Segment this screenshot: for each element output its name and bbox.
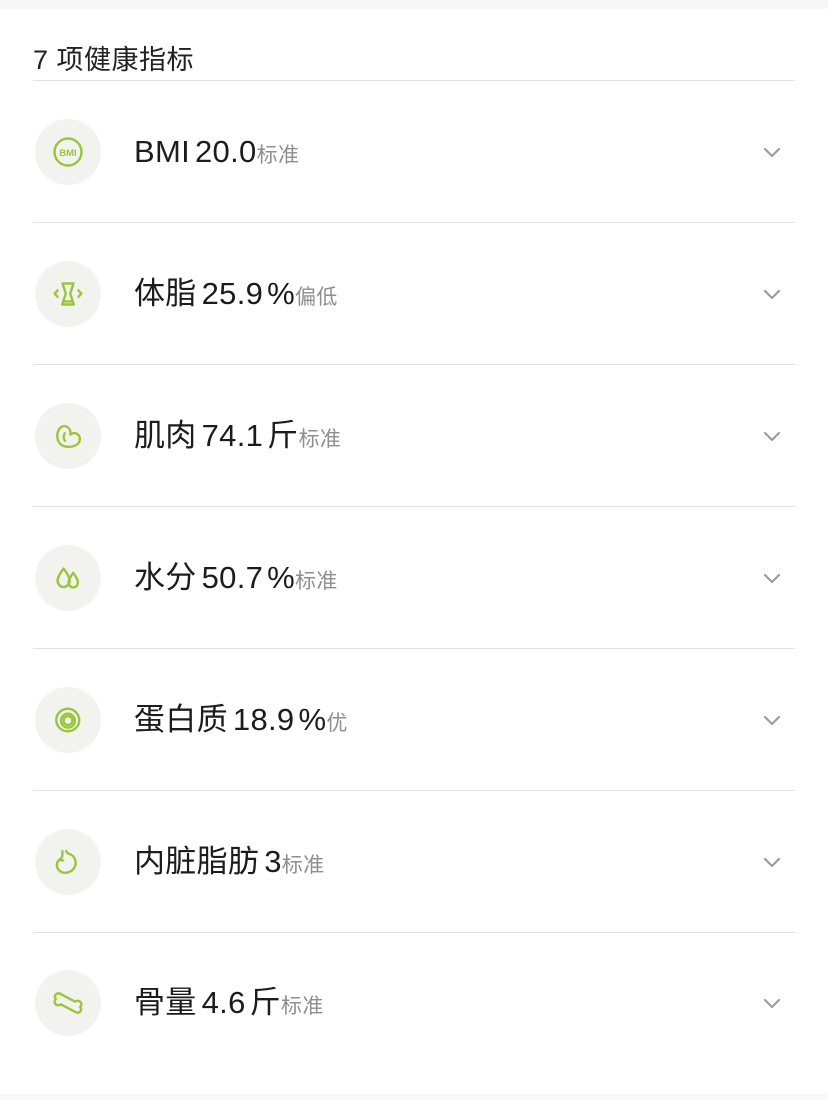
metric-row[interactable]: 体脂 25.9 %偏低	[0, 223, 828, 364]
metric-row[interactable]: 骨量 4.6 斤标准	[0, 933, 828, 1073]
status-badge: 标准	[298, 427, 342, 451]
metric-list: BMI BMI 20.0标准 体脂 25.9 %偏低 肌肉 74.1 斤标准 水分 50.7 %标准蛋…	[0, 81, 828, 1073]
metric-text: 内脏脂肪 3标准	[101, 840, 755, 884]
metric-row[interactable]: 水分 50.7 %标准	[0, 507, 828, 648]
chevron-down-icon[interactable]	[755, 419, 789, 453]
metric-name: 蛋白质	[134, 701, 228, 737]
muscle-icon	[35, 402, 101, 469]
metric-value: 50.7	[201, 559, 264, 595]
metric-unit: 斤	[249, 985, 281, 1020]
bone-icon	[35, 970, 101, 1036]
health-metrics-panel: 7 项健康指标 BMI BMI 20.0标准 体脂 25.9 %偏低 肌肉 74.1 斤标准 水分…	[0, 9, 828, 1073]
metric-name: 体脂	[134, 275, 197, 311]
page-title: 7 项健康指标	[33, 45, 195, 75]
chevron-down-icon[interactable]	[755, 277, 789, 311]
metric-row[interactable]: 肌肉 74.1 斤标准	[0, 365, 828, 506]
metric-text: 体脂 25.9 %偏低	[101, 272, 755, 316]
bottom-edge-strip	[0, 1094, 828, 1100]
body-fat-icon	[35, 260, 101, 327]
metric-headline: BMI 20.0	[134, 134, 257, 169]
metric-value: 4.6	[201, 985, 246, 1020]
metric-row[interactable]: 蛋白质 18.9 %优	[0, 649, 828, 790]
metric-text: 骨量 4.6 斤标准	[101, 981, 755, 1025]
visceral-fat-icon	[35, 828, 101, 895]
metric-unit: %	[267, 559, 296, 595]
metric-name: 骨量	[134, 985, 197, 1020]
metric-headline: 水分 50.7%	[134, 560, 295, 595]
chevron-down-icon[interactable]	[755, 135, 789, 169]
metric-row[interactable]: BMI BMI 20.0标准	[0, 81, 828, 222]
status-badge: 标准	[280, 995, 324, 1018]
metric-text: 水分 50.7 %标准	[101, 556, 755, 600]
metric-headline: 骨量 4.6 斤	[134, 985, 281, 1020]
status-badge: 标准	[295, 569, 338, 593]
protein-icon	[35, 686, 101, 753]
metric-value: 25.9	[201, 275, 264, 311]
status-badge: 标准	[281, 853, 325, 877]
metric-value: 3	[264, 843, 282, 879]
metric-unit: %	[267, 275, 296, 311]
metric-name: 内脏脂肪	[134, 843, 260, 879]
chevron-down-icon[interactable]	[755, 986, 789, 1020]
metric-headline: 蛋白质 18.9%	[134, 702, 326, 737]
top-edge-strip	[0, 0, 828, 9]
metric-headline: 肌肉 74.1 斤	[134, 418, 298, 453]
metric-value: 74.1	[201, 417, 264, 453]
water-drop-icon	[35, 544, 101, 611]
metric-text: 蛋白质 18.9 %优	[101, 698, 755, 742]
chevron-down-icon[interactable]	[755, 561, 789, 595]
status-badge: 优	[326, 711, 348, 735]
svg-text:BMI: BMI	[59, 148, 76, 159]
metric-row[interactable]: 内脏脂肪 3标准	[0, 791, 828, 932]
metric-name: BMI	[134, 133, 191, 169]
metric-value: 18.9	[232, 701, 295, 737]
metric-unit: 斤	[267, 417, 299, 453]
metric-name: 肌肉	[134, 417, 197, 453]
bmi-circle-icon: BMI	[35, 118, 101, 185]
status-badge: 偏低	[295, 285, 338, 309]
metric-name: 水分	[134, 559, 197, 595]
metric-text: 肌肉 74.1 斤标准	[101, 414, 755, 458]
metric-value: 20.0	[195, 133, 257, 169]
metric-headline: 体脂 25.9%	[134, 276, 295, 311]
metric-headline: 内脏脂肪 3	[134, 844, 282, 879]
metric-text: BMI 20.0标准	[101, 130, 755, 174]
chevron-down-icon[interactable]	[755, 845, 789, 879]
chevron-down-icon[interactable]	[755, 703, 789, 737]
metric-unit: %	[298, 701, 327, 737]
status-badge: 标准	[256, 143, 300, 167]
health-metrics-screen: 7 项健康指标 BMI BMI 20.0标准 体脂 25.9 %偏低 肌肉 74.1 斤标准 水分…	[0, 0, 828, 1100]
